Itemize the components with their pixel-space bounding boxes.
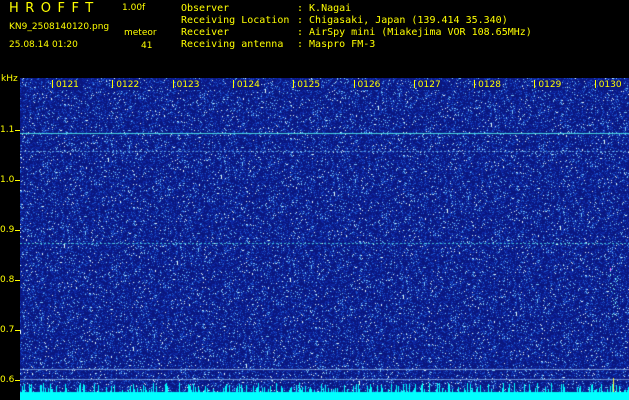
minute-tick [52,80,53,88]
minute-tick [534,80,536,88]
y-tick-label: 1.1 [0,125,15,135]
receiver-value: : AirSpy mini (Miakejima VOR 108.65MHz) [297,27,532,38]
minute-label: 0121 [55,80,80,90]
antenna-label: Receiving antenna [181,39,284,50]
y-tick [15,130,20,131]
minute-label: 0122 [115,80,141,90]
minute-tick [474,80,476,88]
minute-tick [594,80,596,88]
meteor-label: meteor [124,28,157,38]
minute-label: 0127 [416,80,442,90]
y-tick [15,230,20,231]
minute-label: 0123 [175,80,201,90]
observer-value: : K.Nagai [297,3,352,14]
minute-tick [413,80,415,88]
y-tick-label: 0.7 [0,325,15,335]
waterfall-canvas [20,78,629,400]
y-tick [15,180,20,181]
minute-label: 0130 [597,80,623,90]
minute-label: 0126 [356,80,382,90]
location-label: Receiving Location [181,15,290,26]
y-tick [15,280,20,281]
y-axis-unit: kHz [1,74,18,84]
minute-label: 0128 [477,80,502,90]
y-tick-label: 0.9 [0,225,15,235]
minute-tick [293,80,295,88]
minute-label: 0129 [537,80,563,90]
minute-label: 0125 [296,80,322,90]
minute-label: 0124 [235,80,261,90]
minute-tick [172,80,174,88]
app-version: 1.00f [122,3,146,13]
timestamp: 25.08.14 01:20 [9,40,78,50]
minute-tick [112,80,114,88]
waterfall-spectrogram [20,78,629,400]
location-value: : Chigasaki, Japan (139.414 35.340) [297,15,508,26]
y-tick-label: 0.6 [0,375,15,385]
y-tick-label: 1.0 [0,175,15,185]
y-tick [15,330,20,331]
meteor-count: 41 [141,41,153,51]
app-logo: HROFFT [9,1,100,16]
file-name: KN9_2508140120.png [9,22,110,32]
receiver-label: Receiver [181,27,230,38]
minute-tick [353,80,355,88]
minute-tick [232,80,234,88]
antenna-value: : Maspro FM-3 [297,39,376,50]
y-tick-label: 0.8 [0,275,15,285]
y-tick [15,380,20,381]
observer-label: Observer [181,3,230,14]
